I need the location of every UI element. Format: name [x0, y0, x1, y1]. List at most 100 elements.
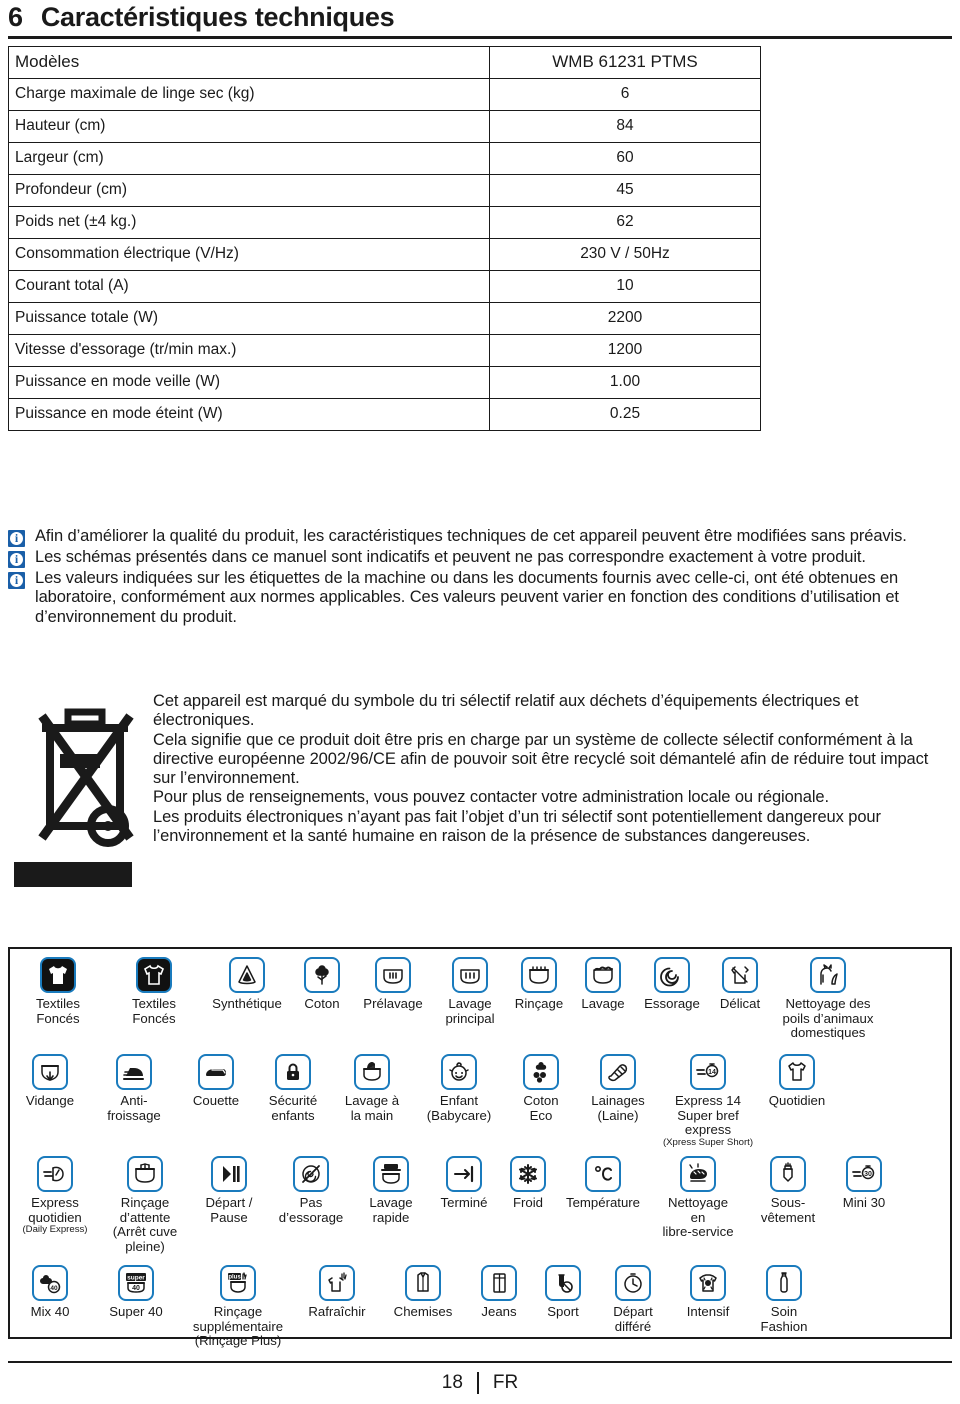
- legend-item: Nettoyage des poils d’animaux domestique…: [770, 957, 886, 1041]
- legend-label: Froid: [512, 1195, 544, 1210]
- section-title: Caractéristiques techniques: [40, 2, 395, 32]
- legend-item: Chemises: [380, 1265, 466, 1320]
- legend-label: Température: [565, 1195, 641, 1210]
- spec-label: Vitesse d'essorage (tr/min max.): [8, 334, 490, 367]
- legend-row-3: Express quotidien (Daily Express) Rinçage …: [10, 1156, 954, 1254]
- synthetics-triangle-icon: [229, 957, 265, 993]
- crossed-out-wheeled-bin-icon: [12, 698, 142, 868]
- legend-item: Nettoyage en libre-service: [650, 1156, 746, 1240]
- legend-item: Lainages (Laine): [576, 1054, 660, 1123]
- legend-label: Rinçage: [514, 996, 564, 1011]
- legend-item: Rafraîchir: [294, 1265, 380, 1320]
- delayed-start-clock-icon: [615, 1265, 651, 1301]
- spec-label: Courant total (A): [8, 270, 490, 303]
- intensive-icon: [690, 1265, 726, 1301]
- legend-label: Lavage: [581, 996, 625, 1011]
- legend-item: Départ / Pause: [190, 1156, 268, 1225]
- legend-item: Sport: [532, 1265, 594, 1320]
- duvet-icon: [198, 1054, 234, 1090]
- spec-value: 0.25: [489, 398, 761, 431]
- daily-shirt-icon: [779, 1054, 815, 1090]
- svg-text:40: 40: [132, 1285, 140, 1292]
- svg-text:40: 40: [50, 1285, 58, 1292]
- spec-label: Largeur (cm): [8, 142, 490, 175]
- spin-spiral-icon: [654, 957, 690, 993]
- legend-label: Lavage rapide: [369, 1195, 413, 1225]
- legend-row-2: Vidange Anti- froissage Couette Sécurité en…: [10, 1054, 954, 1148]
- legend-label: Enfant (Babycare): [426, 1093, 492, 1123]
- legend-label: Anti- froissage: [107, 1093, 161, 1123]
- legend-item: Vidange: [10, 1054, 90, 1109]
- legend-item: 40 Mix 40: [10, 1265, 90, 1320]
- prewash-basin-icon: [375, 957, 411, 993]
- child-lock-padlock-icon: [275, 1054, 311, 1090]
- legend-label: Couette: [192, 1093, 240, 1108]
- pet-hair-removal-icon: [810, 957, 846, 993]
- legend-item: Lavage rapide: [354, 1156, 428, 1225]
- sport-icon: [545, 1265, 581, 1301]
- spec-value: 230 V / 50Hz: [489, 238, 761, 271]
- legend-label: Sous- vêtement: [760, 1195, 816, 1225]
- legend-label: Textiles Foncés: [132, 996, 176, 1026]
- footer-divider: [476, 1372, 479, 1394]
- spec-label: Puissance en mode éteint (W): [8, 398, 490, 431]
- legend-label: Rinçage supplémentaire (Rinçage Plus): [192, 1304, 284, 1349]
- jeans-icon: [481, 1265, 517, 1301]
- legend-item: Anti- froissage: [90, 1054, 178, 1123]
- anti-crease-iron-icon: [116, 1054, 152, 1090]
- legend-label: Vidange: [25, 1093, 75, 1108]
- legend-item: Rinçage: [506, 957, 572, 1012]
- spec-label: Puissance totale (W): [8, 302, 490, 335]
- legend-label: Jeans: [481, 1304, 517, 1319]
- table-row: Vitesse d'essorage (tr/min max.) 1200: [8, 334, 761, 367]
- legend-item: Quotidien: [756, 1054, 838, 1109]
- weee-paragraph: Cela signifie que ce produit doit être p…: [153, 730, 929, 788]
- legend-label: Essorage: [644, 996, 700, 1011]
- technical-specifications-table: Modèles WMB 61231 PTMS Charge maximale de …: [8, 46, 761, 431]
- legend-label: Terminé: [440, 1195, 488, 1210]
- title-underline: [8, 36, 952, 39]
- rinse-plus-icon: plus: [220, 1265, 256, 1301]
- spec-label: Charge maximale de linge sec (kg): [8, 78, 490, 111]
- note-item: Les schémas présentés dans ce manuel son…: [8, 548, 952, 568]
- legend-label: Sport: [547, 1304, 579, 1319]
- legend-label: Soin Fashion: [760, 1304, 808, 1334]
- section-number: 6: [8, 2, 23, 32]
- legend-row-4: 40 Mix 40 super 40 Super 40 plus Rinçage suppl…: [10, 1265, 954, 1349]
- legend-sublabel-small: (Daily Express): [22, 1224, 88, 1236]
- legend-sublabel-small: (Xpress Super Short): [662, 1136, 754, 1148]
- weee-paragraph: Les produits électroniques n’ayant pas f…: [153, 807, 881, 846]
- start-pause-icon: [211, 1156, 247, 1192]
- legend-item: Express quotidien (Daily Express): [10, 1156, 100, 1236]
- legend-label: Lainages (Laine): [591, 1093, 645, 1123]
- dark-textiles-tshirt-outline-icon: [136, 957, 172, 993]
- svg-text:super: super: [127, 1275, 145, 1282]
- mix-40-icon: 40: [32, 1265, 68, 1301]
- legend-label: Mini 30: [842, 1195, 886, 1210]
- spec-value: 1.00: [489, 366, 761, 399]
- legend-label: Super 40: [109, 1304, 163, 1319]
- legend-label: Pas d’essorage: [278, 1195, 344, 1225]
- legend-label: Rinçage d’attente (Arrêt cuve pleine): [112, 1195, 178, 1254]
- note-item: Afin d’améliorer la qualité du produit, …: [8, 527, 952, 547]
- express-14-icon: 14: [690, 1054, 726, 1090]
- info-icon: [8, 551, 25, 568]
- legend-row-1: Textiles Foncés Textiles Foncés Synthétiqu…: [10, 957, 954, 1041]
- refresh-shirt-icon: [319, 1265, 355, 1301]
- legend-label: Coton: [304, 996, 340, 1011]
- spec-value: 62: [489, 206, 761, 239]
- legend-label: Express 14: [675, 1093, 741, 1108]
- finished-icon: [446, 1156, 482, 1192]
- underwear-icon: [770, 1156, 806, 1192]
- weee-paragraphs: Cet appareil est marqué du symbole du tr…: [153, 692, 953, 846]
- legend-label: Express quotidien: [28, 1195, 82, 1225]
- language-code: FR: [492, 1372, 519, 1393]
- fashion-care-icon: [766, 1265, 802, 1301]
- express-daily-icon: [37, 1156, 73, 1192]
- legend-item: Soin Fashion: [744, 1265, 824, 1334]
- spec-value: 84: [489, 110, 761, 143]
- legend-item: Couette: [178, 1054, 254, 1109]
- table-row: Hauteur (cm) 84: [8, 110, 761, 143]
- spec-value: 10: [489, 270, 761, 303]
- legend-item: Pas d’essorage: [268, 1156, 354, 1225]
